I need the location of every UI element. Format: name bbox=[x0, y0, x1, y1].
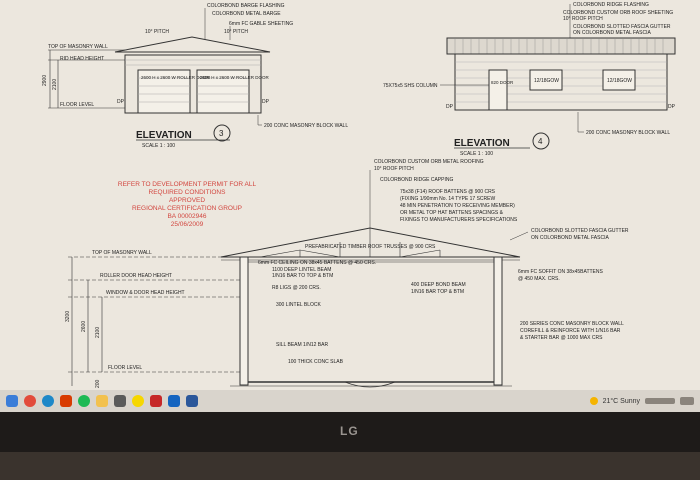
approval-line-6: 25/06/2009 bbox=[171, 221, 204, 228]
section-note-6: 48 MIN PENETRATION TO RECEIVING MEMBER) bbox=[400, 203, 515, 209]
elev4-scale: SCALE 1 : 100 bbox=[460, 151, 493, 157]
taskbar: 21°C Sunny bbox=[0, 390, 700, 412]
approval-line-3: APPROVED bbox=[169, 197, 205, 204]
section-soffit-label-2: @ 450 MAX. CRS. bbox=[518, 276, 560, 282]
elev4-door-label: 820 DOOR bbox=[491, 80, 514, 85]
section-sill-label: SILL BEAM 1/N12 BAR bbox=[276, 342, 328, 348]
section-note-5: (FIXING 1/90mm No. 14 TYPE 17 SCREW bbox=[400, 196, 495, 202]
chrome-icon[interactable] bbox=[24, 395, 36, 407]
elev3-number: 3 bbox=[219, 129, 224, 138]
elev3-dp-right: DP bbox=[262, 99, 270, 105]
elev3-floor-label: FLOOR LEVEL bbox=[60, 102, 94, 108]
elev3-note-2: COLORBOND METAL BARGE bbox=[212, 11, 281, 17]
elev3-roof bbox=[114, 36, 271, 53]
copilot-icon[interactable] bbox=[6, 395, 18, 407]
section-level-window: WINDOW & DOOR HEAD HEIGHT bbox=[106, 290, 185, 296]
section-bond-label-2: 1/N16 BAR TOP & BTM bbox=[411, 289, 464, 295]
elev3-rid-head-label: RID HEAD HEIGHT bbox=[60, 56, 104, 62]
approval-line-1: REFER TO DEVELOPMENT PERMIT FOR ALL bbox=[118, 181, 257, 188]
elev4-shs-label: 75X75x5 SHS COLUMN bbox=[383, 83, 438, 89]
drawing-sheet: COLORBOND BARGE FLASHING COLORBOND METAL… bbox=[42, 2, 676, 388]
system-tray: 21°C Sunny bbox=[589, 390, 694, 412]
elev4-title: ELEVATION bbox=[454, 138, 510, 149]
elev4-note-3: 10° ROOF PITCH bbox=[563, 16, 603, 22]
clock-icon[interactable] bbox=[680, 397, 694, 405]
tray-icons[interactable] bbox=[645, 398, 675, 404]
section-note-4: 75x38 (F14) ROOF BATTENS @ 900 CRS bbox=[400, 189, 496, 195]
section-wall-note-2: COREFILL & REINFORCE WITH 1/N16 BAR bbox=[520, 328, 621, 334]
section-level-floor: FLOOR LEVEL bbox=[108, 365, 142, 371]
approval-line-4: REGIONAL CERTIFICATION GROUP bbox=[132, 205, 242, 212]
section-right-note-1: COLORBOND SLOTTED FASCIA GUTTER bbox=[531, 228, 629, 234]
section-bond-label: 400 DEEP BOND BEAM bbox=[411, 282, 466, 288]
section-dim-2600: 2600 bbox=[81, 321, 87, 332]
spotify-icon[interactable] bbox=[78, 395, 90, 407]
sketch-icon[interactable] bbox=[132, 395, 144, 407]
office-icon[interactable] bbox=[60, 395, 72, 407]
section-level-roller: ROLLER DOOR HEAD HEIGHT bbox=[100, 273, 172, 279]
elev4-dp-left: DP bbox=[446, 104, 454, 110]
section-right-note-2: ON COLORBOND METAL FASCIA bbox=[531, 235, 609, 241]
section-right-wall bbox=[493, 256, 503, 386]
section-wall-note-1: 200 SERIES CONC MASONRY BLOCK WALL bbox=[520, 321, 624, 327]
elev3-title: ELEVATION bbox=[136, 130, 192, 141]
monitor-screen: COLORBOND BARGE FLASHING COLORBOND METAL… bbox=[0, 0, 700, 390]
section-lintel-block-label: 300 LINTEL BLOCK bbox=[276, 302, 322, 308]
section-roof bbox=[220, 227, 521, 258]
elev4-number: 4 bbox=[538, 137, 543, 146]
weather-text[interactable]: 21°C Sunny bbox=[603, 398, 640, 405]
section-slab-label: 100 THICK CONC SLAB bbox=[288, 359, 344, 365]
section-note-1: COLORBOND CUSTOM ORB METAL ROOFING bbox=[374, 159, 484, 165]
elev4-dp-right: DP bbox=[668, 104, 676, 110]
approval-line-5: BA 00002946 bbox=[167, 213, 206, 220]
word-icon[interactable] bbox=[186, 395, 198, 407]
section-note-7: OR METAL TOP HAT BATTENS SPACINGS & bbox=[400, 210, 504, 216]
store-icon[interactable] bbox=[114, 395, 126, 407]
elev3-scale: SCALE 1 : 100 bbox=[142, 143, 175, 149]
elev4-roof bbox=[446, 37, 676, 55]
section-wall-note-3: & STARTER BAR @ 1000 MAX CRS bbox=[520, 335, 603, 341]
elev3-door-2-label: 2600 H x 2600 W ROLLER DOOR bbox=[200, 75, 270, 80]
section-note-3: COLORBOND RIDGE CAPPING bbox=[380, 177, 453, 183]
elev3-dp-left: DP bbox=[117, 99, 125, 105]
section-level-top: TOP OF MASONRY WALL bbox=[92, 250, 152, 256]
file-explorer-icon[interactable] bbox=[96, 395, 108, 407]
elev3-dim-2: 2100 bbox=[52, 79, 58, 90]
elev4-window-1-label: 12/18GOW bbox=[534, 78, 559, 84]
section-note-8: FIXINGS TO MANUFACTURERS SPECIFICATIONS bbox=[400, 217, 518, 223]
section-lintel-label-2: 1/N16 BAR TO TOP & BTM bbox=[272, 273, 333, 279]
elev4-window-2-label: 12/18GOW bbox=[607, 78, 632, 84]
elev4-note-5: ON COLORBOND METAL FASCIA bbox=[573, 30, 651, 36]
section-ligs-label: R8 LIGS @ 200 CRS. bbox=[272, 285, 321, 291]
desk-surface bbox=[0, 452, 700, 480]
approval-line-2: REQUIRED CONDITIONS bbox=[149, 189, 227, 196]
elev3-note-3: 6mm FC GABLE SHEETING bbox=[229, 21, 293, 27]
section-dim-200: 200 bbox=[95, 379, 101, 388]
section-soffit-label: 6mm FC SOFFIT ON 38x45BATTENS bbox=[518, 269, 603, 275]
elev3-dim: 2900 bbox=[42, 75, 48, 86]
elev3-pitch-1: 10° PITCH bbox=[145, 29, 169, 35]
section-ceiling-label: 6mm FC CEILING ON 38x45 BATTENS @ 450 CR… bbox=[258, 260, 376, 266]
section-note-2: 10° ROOF PITCH bbox=[374, 166, 414, 172]
section-dim-3200: 3200 bbox=[65, 311, 71, 322]
sun-icon bbox=[589, 397, 598, 405]
section-left-wall bbox=[239, 256, 249, 386]
edge-icon[interactable] bbox=[42, 395, 54, 407]
pdf-icon[interactable] bbox=[150, 395, 162, 407]
section-truss-label: PREFABRICATED TIMBER ROOF TRUSSES @ 900 … bbox=[305, 244, 436, 250]
elev3-note-1: COLORBOND BARGE FLASHING bbox=[207, 3, 285, 9]
elev3-pitch-2: 10° PITCH bbox=[224, 29, 248, 35]
mail-icon[interactable] bbox=[168, 395, 180, 407]
elev4-door bbox=[488, 69, 508, 111]
monitor-logo: LG bbox=[340, 424, 359, 438]
elev3-top-wall-label: TOP OF MASONRY WALL bbox=[48, 44, 108, 50]
section-dim-2100: 2100 bbox=[95, 327, 101, 338]
elev3-wall-note: 200 CONC MASONRY BLOCK WALL bbox=[264, 123, 348, 129]
elev4-note-1: COLORBOND RIDGE FLASHING bbox=[573, 2, 649, 8]
elev4-wall-note: 200 CONC MASONRY BLOCK WALL bbox=[586, 130, 670, 136]
